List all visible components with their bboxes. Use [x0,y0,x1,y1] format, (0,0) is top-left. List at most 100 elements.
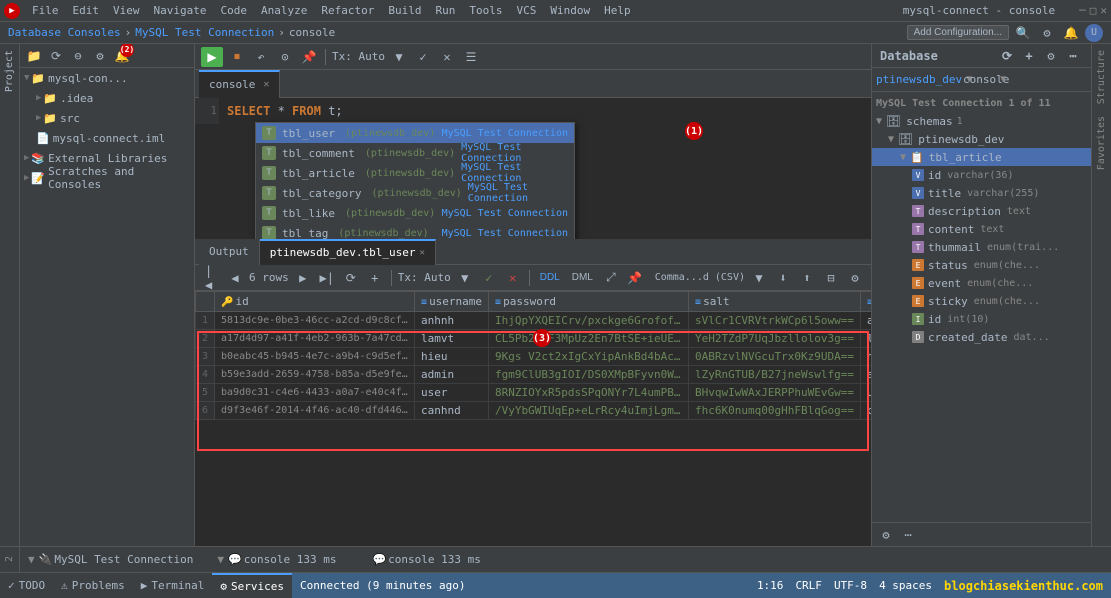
pin-row-icon[interactable]: 📌 [625,268,645,288]
last-page-icon[interactable]: ▶| [317,268,337,288]
csv-dropdown-icon[interactable]: ▼ [749,268,769,288]
menu-window[interactable]: Window [544,0,596,22]
folder-icon[interactable]: 📁 [24,46,44,66]
db-more-icon[interactable]: ⋯ [1063,46,1083,66]
ac-item-3[interactable]: T tbl_category (ptinewsdb_dev) MySQL Tes… [256,183,574,203]
project-tab[interactable]: Project [1,44,18,98]
field-thummail[interactable]: T thummail enum(trai... [872,238,1091,256]
gear-icon-sidebar[interactable]: ⚙ [90,46,110,66]
menu-tools[interactable]: Tools [463,0,508,22]
expand-icon[interactable]: ⤢ [601,268,621,288]
ptinewsdb-dev-item[interactable]: ▼ 🗄 ptinewsdb_dev [872,130,1091,148]
field-id[interactable]: V id varchar(36) [872,166,1091,184]
close-btn[interactable]: ✕ [1100,4,1107,17]
table-row[interactable]: 6 d9f3e46f-2014-4f46-ac40-dfd446fa99d5 c… [196,402,872,420]
mysql-connection-service[interactable]: ▼ 🔌 MySQL Test Connection [24,553,197,566]
table-row[interactable]: 5 ba9d0c31-c4e6-4433-a0a7-e40c4f8ffd86 u… [196,384,872,402]
add-config-button[interactable]: Add Configuration... [907,25,1009,40]
commit-icon[interactable]: ✓ [413,47,433,67]
field-status[interactable]: E status enum(che... [872,256,1091,274]
rollback-icon[interactable]: ✕ [437,47,457,67]
breadcrumb-connection[interactable]: MySQL Test Connection [135,26,274,39]
structure-tab[interactable]: Structure [1093,44,1110,110]
problems-tab[interactable]: ⚠ Problems [53,573,133,598]
scratches[interactable]: ▶ 📝 Scratches and Consoles [20,168,194,188]
format-icon[interactable]: ☰ [461,47,481,67]
menu-vcs[interactable]: VCS [510,0,542,22]
search-icon[interactable]: 🔍 [1013,23,1033,43]
menu-view[interactable]: View [107,0,146,22]
console-dropdown-arrow[interactable]: ▼ [1000,74,1006,85]
console-tab-close[interactable]: ✕ [263,79,269,90]
ac-item-0[interactable]: T tbl_user (ptinewsdb_dev) MySQL Test Co… [256,123,574,143]
field-title[interactable]: V title varchar(255) [872,184,1091,202]
import-icon[interactable]: ⬆ [797,268,817,288]
menu-analyze[interactable]: Analyze [255,0,313,22]
next-page-icon[interactable]: ▶ [293,268,313,288]
menu-file[interactable]: File [26,0,65,22]
tx-dropdown-icon2[interactable]: ▼ [455,268,475,288]
field-content[interactable]: T content text [872,220,1091,238]
menu-build[interactable]: Build [382,0,427,22]
db-add-icon[interactable]: + [1019,46,1039,66]
ac-item-4[interactable]: T tbl_like (ptinewsdb_dev) MySQL Test Co… [256,203,574,223]
menu-refactor[interactable]: Refactor [315,0,380,22]
stop-icon[interactable]: ⏹ [227,47,247,67]
commit-btn[interactable]: ✓ [479,268,499,288]
ac-item-2[interactable]: T tbl_article (ptinewsdb_dev) MySQL Test… [256,163,574,183]
service-console-item[interactable]: ▼ 💬 console 133 ms [201,553,336,566]
col-header-salt[interactable]: ≡salt [689,292,861,312]
revert-icon[interactable]: ↶ [251,47,271,67]
compare-icon[interactable]: ⊟ [821,268,841,288]
db-bottom-settings[interactable]: ⚙ [876,525,896,545]
project-src[interactable]: ▶ 📁 src [20,108,194,128]
db-console-label[interactable]: console [976,70,996,90]
menu-edit[interactable]: Edit [67,0,106,22]
dml-button[interactable]: DML [568,271,597,284]
project-root[interactable]: ▼ 📁 mysql-con... [20,68,194,88]
project-idea[interactable]: ▶ 📁 .idea [20,88,194,108]
field-event[interactable]: E event enum(che... [872,274,1091,292]
prev-page-icon[interactable]: ◀ [225,268,245,288]
db-bottom-more[interactable]: ⋯ [898,525,918,545]
field-views[interactable]: I id int(10) [872,310,1091,328]
refresh-icon[interactable]: ⟳ [341,268,361,288]
table-row[interactable]: 1 5813dc9e-0be3-46cc-a2cd-d9c8cf442855 a… [196,312,872,330]
project-mysql[interactable]: 📄 mysql-connect.iml [20,128,194,148]
field-sticky[interactable]: E sticky enum(che... [872,292,1091,310]
ddl-button[interactable]: DDL [536,271,564,284]
pin-icon[interactable]: 📌 [299,47,319,67]
data-tab[interactable]: ptinewsdb_dev.tbl_user ✕ [260,239,436,265]
minimize-btn[interactable]: ─ [1079,4,1086,17]
field-created[interactable]: D created_date dat... [872,328,1091,346]
field-description[interactable]: T description text [872,202,1091,220]
menu-navigate[interactable]: Navigate [148,0,213,22]
first-page-icon[interactable]: |◀ [201,268,221,288]
data-grid[interactable]: 🔑id ≡username ≡password ≡salt ≡email 1 5… [195,291,871,546]
settings-icon[interactable]: ⚙ [1037,23,1057,43]
breadcrumb-db-consoles[interactable]: Database Consoles [8,26,121,39]
rollback-btn[interactable]: ✕ [503,268,523,288]
col-header-password[interactable]: ≡password [489,292,689,312]
menu-help[interactable]: Help [598,0,637,22]
db-settings-icon[interactable]: ⚙ [1041,46,1061,66]
services-tab[interactable]: ⚙ Services [212,573,292,598]
sync-icon[interactable]: ⟳ [46,46,66,66]
db-connection-dropdown[interactable]: ptinewsdb_dev [876,73,962,86]
table-row[interactable]: 3 b0eabc45-b945-4e7c-a9b4-c9d5ef81dee1 h… [196,348,872,366]
menu-run[interactable]: Run [429,0,461,22]
db-refresh-icon[interactable]: ⟳ [997,46,1017,66]
tx-dropdown-icon[interactable]: ▼ [389,47,409,67]
add-row-icon[interactable]: + [365,268,385,288]
service-console-item2[interactable]: 💬 console 133 ms [340,553,480,566]
tbl-article-item[interactable]: ▼ 📋 tbl_article [872,148,1091,166]
collapse-icon[interactable]: ⊖ [68,46,88,66]
favorites-tab[interactable]: Favorites [1093,110,1110,176]
grid-settings-icon[interactable]: ⚙ [845,268,865,288]
ac-item-1[interactable]: T tbl_comment (ptinewsdb_dev) MySQL Test… [256,143,574,163]
notification-icon[interactable]: 🔔 [1061,23,1081,43]
terminal-tab[interactable]: ▶ Terminal [133,573,213,598]
editor-content[interactable]: SELECT * FROM t; [223,98,871,124]
menu-code[interactable]: Code [214,0,253,22]
todo-tab[interactable]: ✓ TODO [0,573,53,598]
